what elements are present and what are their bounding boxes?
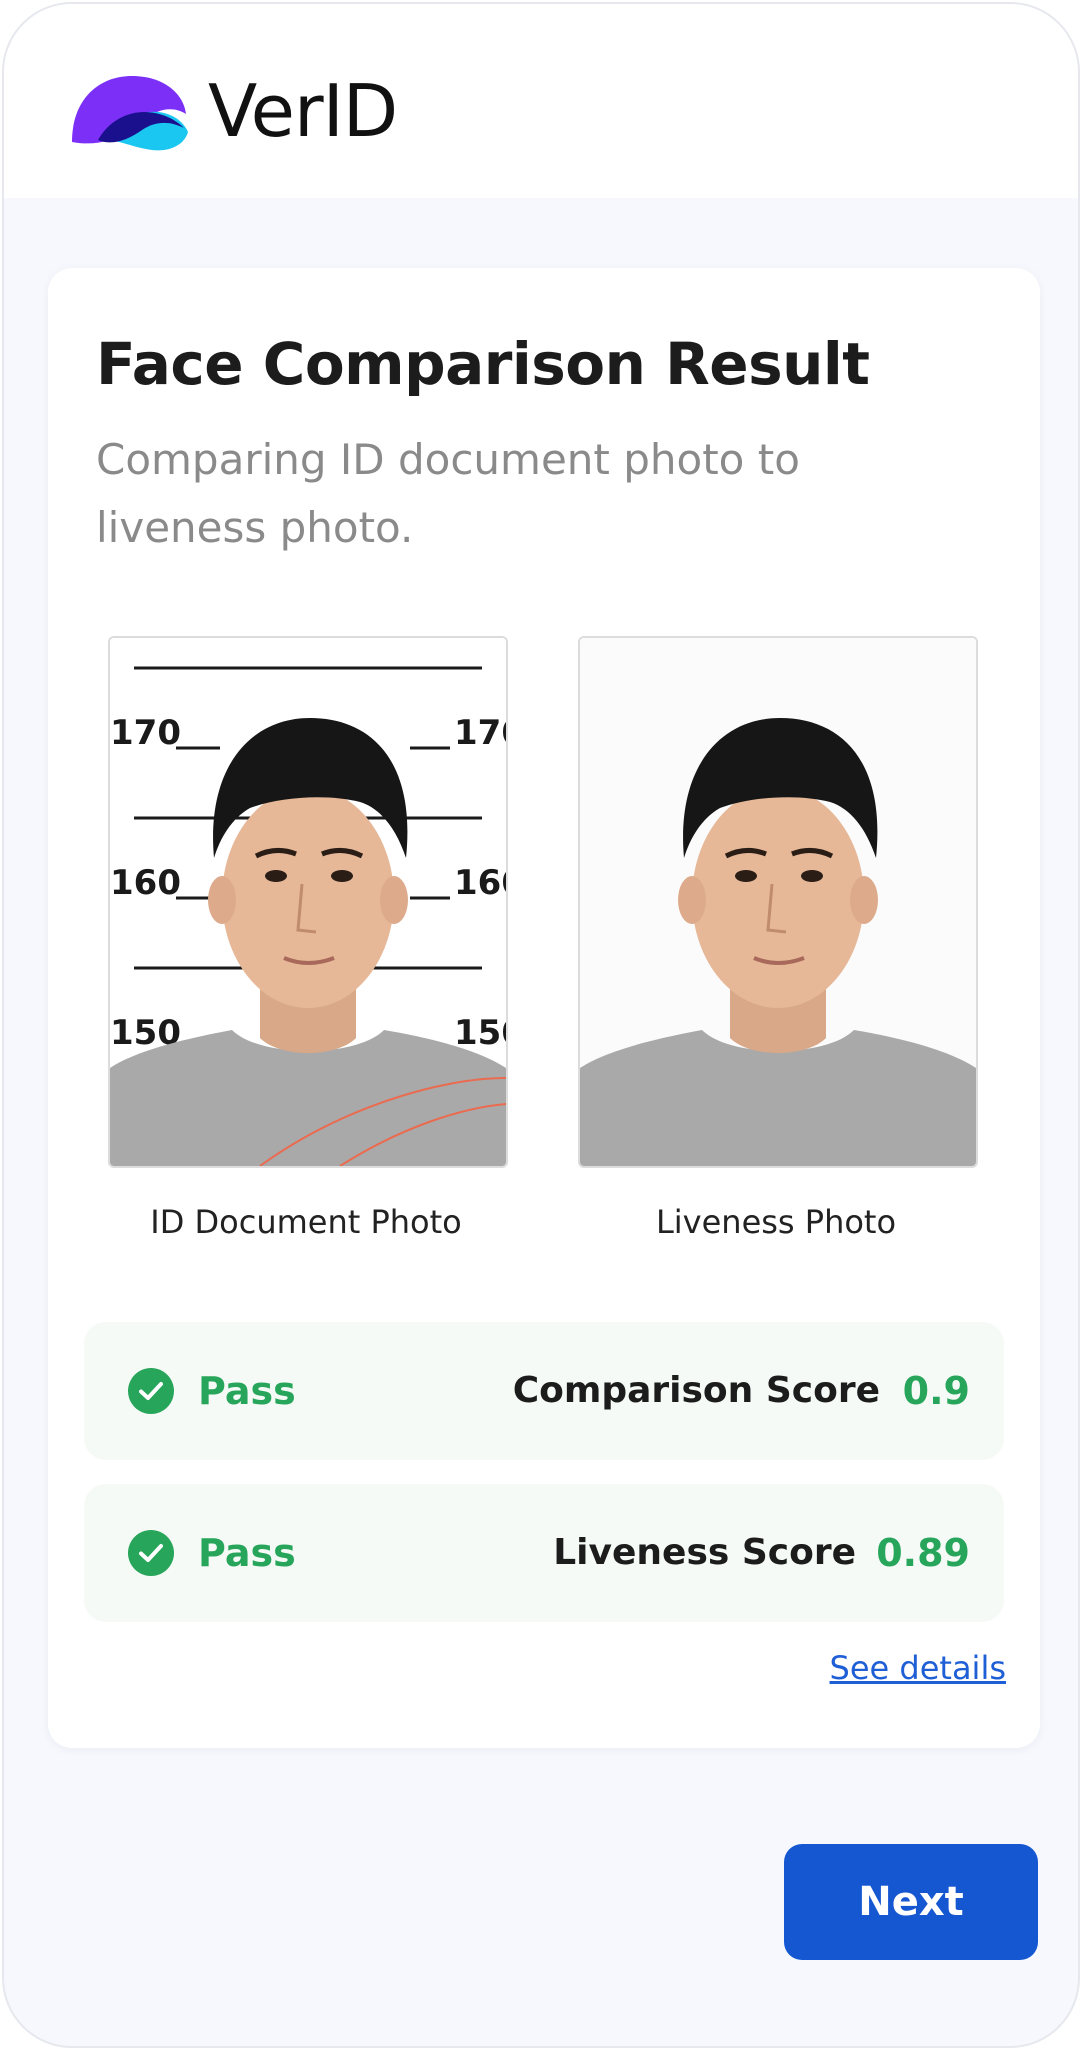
check-circle-icon [128, 1530, 174, 1576]
height-mark-right-150: 150 [454, 1013, 506, 1053]
id-document-photo: 170 170 160 160 150 150 [108, 636, 508, 1168]
comparison-score-row: Pass Comparison Score 0.9 [84, 1322, 1004, 1460]
height-mark-left-170: 170 [110, 713, 181, 753]
id-photo-portrait-image: 170 170 160 160 150 150 [110, 638, 506, 1166]
app-header: VerID [4, 4, 1078, 198]
app-frame: VerID Face Comparison Result Comparing I… [2, 2, 1080, 2048]
brand-name: VerID [208, 69, 398, 153]
result-card: Face Comparison Result Comparing ID docu… [48, 268, 1040, 1748]
see-details-link[interactable]: See details [830, 1646, 1006, 1690]
check-circle-icon [128, 1368, 174, 1414]
comparison-score-value: 0.9 [902, 1369, 970, 1413]
id-photo-caption: ID Document Photo [150, 1203, 462, 1241]
height-mark-right-170: 170 [454, 713, 506, 753]
height-mark-right-160: 160 [454, 863, 506, 903]
comparison-score-label: Comparison Score [512, 1370, 880, 1411]
liveness-photo [578, 636, 978, 1168]
page-title: Face Comparison Result [96, 330, 870, 398]
next-button[interactable]: Next [784, 1844, 1038, 1960]
liveness-score-row: Pass Liveness Score 0.89 [84, 1484, 1004, 1622]
liveness-portrait-image [580, 638, 976, 1166]
liveness-score-label: Liveness Score [553, 1532, 856, 1573]
comparison-status: Pass [198, 1369, 296, 1413]
liveness-photo-caption: Liveness Photo [655, 1203, 897, 1241]
liveness-status: Pass [198, 1531, 296, 1575]
page-subtitle: Comparing ID document photo to liveness … [96, 435, 800, 552]
brand-logo-icon [72, 76, 188, 151]
height-mark-left-160: 160 [110, 863, 181, 903]
liveness-score-value: 0.89 [876, 1531, 970, 1575]
